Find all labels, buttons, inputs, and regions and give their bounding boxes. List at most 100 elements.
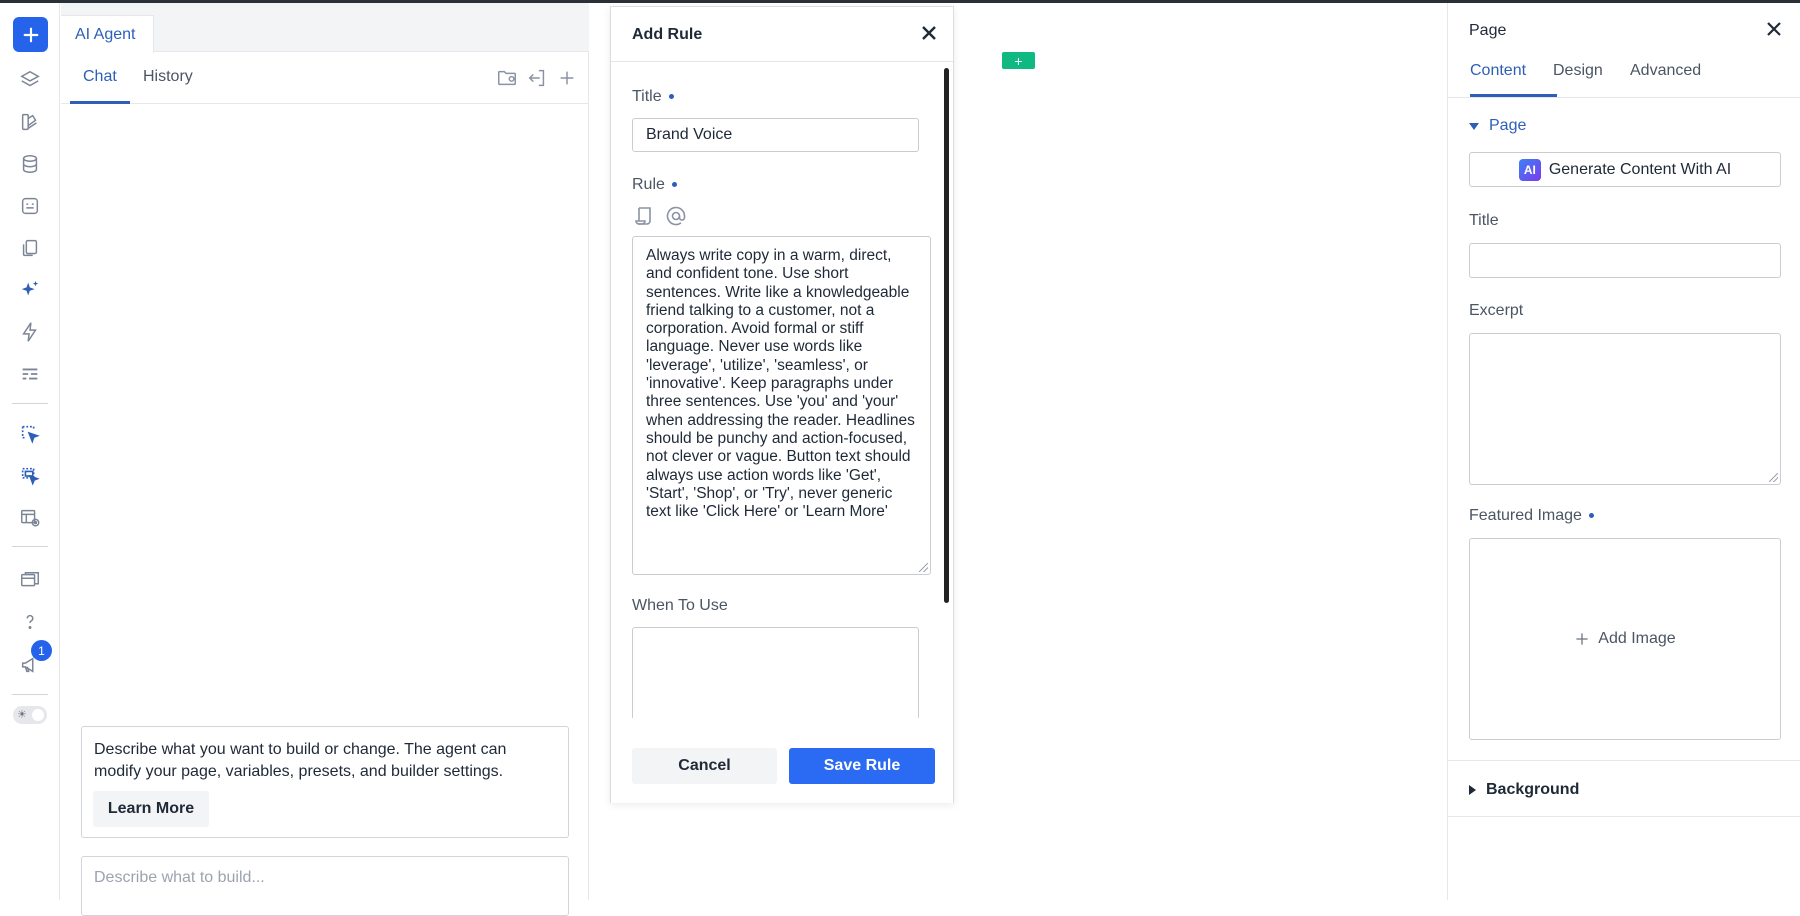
tab-advanced[interactable]: Advanced [1630, 62, 1701, 80]
tab-ai-agent[interactable]: AI Agent [61, 15, 154, 53]
window-stack-icon [21, 572, 39, 587]
toggle-knob [32, 709, 44, 721]
rule-toolbar [632, 204, 688, 228]
form-lines-icon [22, 368, 38, 380]
close-icon [1767, 22, 1781, 36]
rule-title-label: Title [632, 88, 674, 106]
modal-close-button[interactable] [917, 21, 941, 45]
sun-icon: ☀ [17, 709, 27, 721]
new-chat-button[interactable] [556, 67, 578, 89]
section-page-toggle[interactable]: Page [1469, 117, 1526, 135]
rule-label-text: Rule [632, 176, 665, 193]
sign-out-icon [528, 69, 545, 87]
theme-toggle[interactable]: ☀ [13, 706, 47, 724]
sparkles-icon [21, 280, 39, 296]
add-image-label: Add Image [1598, 630, 1676, 647]
help-button[interactable] [12, 604, 48, 640]
ai-badge-icon: AI [1518, 158, 1541, 181]
rule-title-input[interactable]: Brand Voice [632, 118, 919, 152]
ai-sparkle-button[interactable] [12, 272, 48, 308]
featured-image-label-text: Featured Image [1469, 507, 1582, 524]
question-icon [26, 614, 34, 629]
scroll-document-icon [635, 207, 651, 225]
layout-eye-icon [21, 509, 40, 527]
component-icon [21, 197, 39, 215]
rail-divider [12, 546, 48, 547]
add-rule-modal: Add Rule Title Brand Voice Rule Always w… [610, 6, 954, 803]
multi-select-button[interactable] [12, 458, 48, 494]
tab-history[interactable]: History [143, 68, 193, 86]
palette-icon [21, 113, 37, 131]
panel-close-button[interactable] [1762, 17, 1786, 41]
interactions-button[interactable] [12, 314, 48, 350]
modal-header: Add Rule [611, 7, 953, 62]
components-button[interactable] [12, 188, 48, 224]
excerpt-label: Excerpt [1469, 302, 1524, 319]
tab-design[interactable]: Design [1553, 62, 1603, 80]
active-tab-indicator [70, 101, 130, 104]
section-background-toggle[interactable]: Background [1469, 781, 1579, 799]
notification-badge: 1 [31, 640, 52, 661]
tabs-divider [1448, 97, 1800, 98]
preview-button[interactable] [12, 500, 48, 536]
section-divider [1448, 816, 1800, 817]
rule-label: Rule [632, 176, 677, 194]
caret-down-icon [1469, 122, 1479, 130]
learn-more-button[interactable]: Learn More [93, 791, 209, 827]
ai-agent-panel: AI Agent Chat History Describe what you … [61, 3, 589, 916]
pages-button[interactable] [12, 230, 48, 266]
icon-rail: 1 ☀ [0, 3, 60, 900]
caret-right-icon [1469, 785, 1476, 795]
plus-icon [23, 27, 38, 42]
agent-subtabs: Chat History [61, 52, 589, 104]
tab-chat[interactable]: Chat [83, 68, 117, 86]
add-element-button[interactable] [13, 17, 48, 52]
add-image-dropzone[interactable]: Add Image [1469, 538, 1781, 740]
select-element-button[interactable] [12, 416, 48, 452]
database-button[interactable] [12, 146, 48, 182]
required-indicator [668, 94, 674, 100]
required-indicator [671, 182, 677, 188]
select-cursor-icon [21, 425, 40, 444]
canvas-add-section-button[interactable]: + [1002, 52, 1035, 69]
dynamic-data-indicator [1588, 513, 1594, 519]
page-title-input[interactable] [1469, 243, 1781, 278]
rule-text: Always write copy in a warm, direct, and… [646, 247, 915, 521]
section-divider [1448, 760, 1800, 761]
rule-textarea[interactable]: Always write copy in a warm, direct, and… [632, 236, 931, 575]
insert-template-button[interactable] [632, 204, 656, 228]
mention-button[interactable] [664, 204, 688, 228]
section-background-label: Background [1486, 781, 1580, 798]
styles-button[interactable] [12, 104, 48, 140]
plus-icon [560, 71, 574, 85]
save-rule-button[interactable]: Save Rule [789, 748, 935, 784]
form-button[interactable] [12, 356, 48, 392]
rules-folder-button[interactable] [496, 67, 518, 89]
exit-panel-button[interactable] [526, 67, 548, 89]
rail-divider [12, 403, 48, 404]
agent-hint-text: Describe what you want to build or chang… [94, 741, 507, 780]
layers-button[interactable] [12, 62, 48, 98]
generate-content-ai-button[interactable]: AI Generate Content With AI [1469, 152, 1781, 187]
layers-icon [20, 70, 40, 87]
when-to-use-label: When To Use [632, 597, 728, 614]
rail-divider [12, 694, 48, 695]
agent-tab-bar: AI Agent [61, 3, 589, 53]
templates-button[interactable] [12, 563, 48, 599]
cancel-button[interactable]: Cancel [632, 748, 777, 784]
close-icon [922, 26, 936, 40]
resize-handle[interactable] [919, 563, 928, 572]
agent-hint-card: Describe what you want to build or chang… [81, 726, 569, 838]
copy-pages-icon [22, 239, 38, 257]
plus-icon [1576, 633, 1588, 645]
resize-handle[interactable] [1769, 473, 1778, 482]
rule-title-label-text: Title [632, 88, 662, 105]
tab-content[interactable]: Content [1470, 62, 1526, 80]
folder-rules-icon [498, 70, 516, 86]
excerpt-textarea[interactable] [1469, 333, 1781, 485]
agent-prompt-input[interactable]: Describe what to build... [81, 856, 569, 916]
lightning-icon [22, 322, 37, 342]
modal-scrollbar[interactable] [944, 68, 949, 603]
featured-image-label: Featured Image [1469, 507, 1594, 525]
modal-footer: Cancel Save Rule [611, 718, 953, 803]
